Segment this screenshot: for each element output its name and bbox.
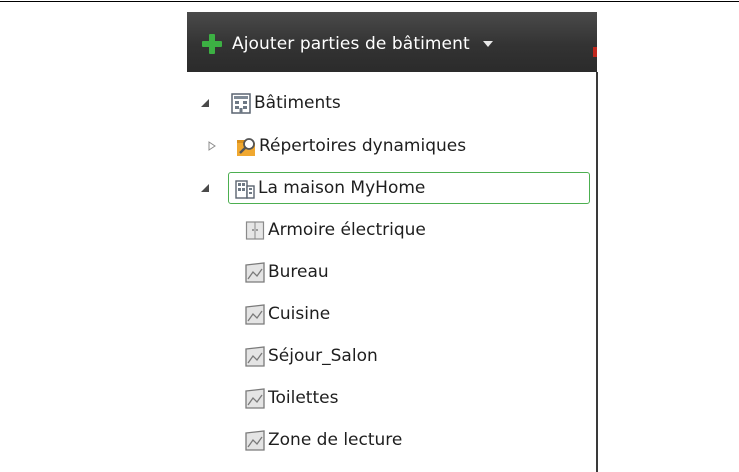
building-icon <box>235 179 255 199</box>
tree-node-label: Cuisine <box>268 304 331 324</box>
collapse-arrow-icon[interactable] <box>200 98 210 108</box>
room-icon <box>245 261 265 283</box>
expand-arrow-icon[interactable] <box>207 141 217 151</box>
dynamic-folder-icon <box>237 137 255 156</box>
tree-node-room[interactable]: Cuisine <box>245 299 330 329</box>
tree-node-label: Armoire électrique <box>268 220 426 240</box>
room-icon <box>245 303 265 325</box>
top-border-line <box>0 1 739 2</box>
cabinet-icon <box>245 220 265 240</box>
add-building-parts-label: Ajouter parties de bâtiment <box>232 34 470 54</box>
toolbar: Ajouter parties de bâtiment <box>187 12 597 72</box>
add-building-parts-button[interactable]: Ajouter parties de bâtiment <box>201 29 494 59</box>
chevron-down-icon[interactable] <box>482 39 494 49</box>
tree-node-label: Zone de lecture <box>268 430 403 450</box>
plus-icon <box>202 34 222 54</box>
tree-node-my-home[interactable]: La maison MyHome <box>235 173 425 203</box>
tree-node-label: Bureau <box>268 262 329 282</box>
room-icon <box>245 387 265 409</box>
panel-divider <box>596 72 598 472</box>
tree-node-room[interactable]: Bureau <box>245 257 329 287</box>
tree-node-electrical-cabinet[interactable]: Armoire électrique <box>245 215 426 245</box>
tree-node-label: Toilettes <box>268 388 339 408</box>
building-tree: Bâtiments Répertoires dynamiques La mais… <box>187 72 598 472</box>
room-icon <box>245 345 265 367</box>
tree-node-dynamic-folders[interactable]: Répertoires dynamiques <box>236 131 466 161</box>
room-icon <box>245 429 265 451</box>
buildings-icon <box>231 92 251 114</box>
building-parts-panel: Ajouter parties de bâtiment Bâtiments Ré… <box>187 12 598 472</box>
adjacent-toolbar-edge <box>593 47 597 57</box>
collapse-arrow-icon[interactable] <box>200 183 210 193</box>
tree-node-label: Bâtiments <box>254 93 341 113</box>
tree-node-buildings[interactable]: Bâtiments <box>231 88 341 118</box>
tree-node-room[interactable]: Séjour_Salon <box>245 341 378 371</box>
tree-node-label: La maison MyHome <box>258 178 426 198</box>
tree-node-label: Répertoires dynamiques <box>259 136 467 156</box>
tree-node-room[interactable]: Zone de lecture <box>245 425 402 455</box>
tree-node-room[interactable]: Toilettes <box>245 383 338 413</box>
tree-node-label: Séjour_Salon <box>268 346 378 366</box>
